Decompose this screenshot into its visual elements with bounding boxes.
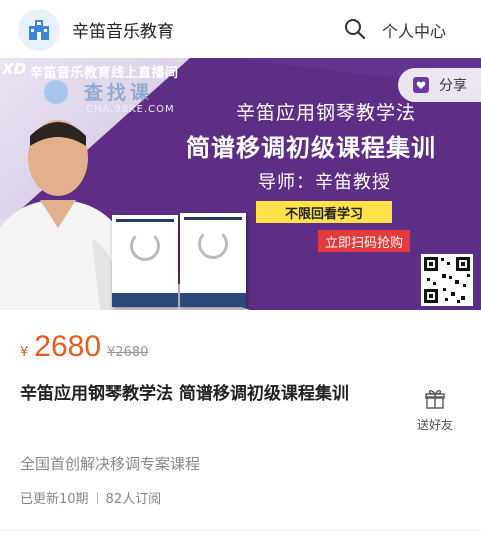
- subscriber-count: 82人订阅: [105, 492, 162, 507]
- gift-button[interactable]: 送好友: [412, 388, 458, 433]
- original-price: ¥2680: [107, 345, 149, 360]
- user-center-link[interactable]: 个人中心: [382, 18, 446, 42]
- course-banner-title: 简谱移调初级课程集训: [186, 134, 436, 162]
- teacher-photo: [0, 120, 120, 310]
- book-cover: [112, 215, 178, 307]
- replay-tag: 不限回看学习: [256, 201, 392, 223]
- qr-code-icon: [421, 254, 473, 306]
- watermark-badge: [44, 80, 68, 104]
- watermark-url: CHA.98KE.COM: [86, 104, 175, 115]
- book-cover: [180, 213, 246, 307]
- brand-mark: XD: [2, 60, 27, 78]
- school-house-icon: [29, 20, 49, 40]
- price-value: 2680: [34, 330, 102, 363]
- course-subtitle: 辛笛应用钢琴教学法: [236, 102, 417, 124]
- update-count: 已更新10期: [20, 492, 89, 507]
- divider: [0, 530, 481, 531]
- meta-divider: [96, 491, 98, 504]
- gift-label: 送好友: [416, 418, 453, 432]
- site-name[interactable]: 辛笛音乐教育: [72, 17, 174, 42]
- price-currency: ¥: [20, 345, 29, 360]
- search-icon[interactable]: [343, 17, 367, 41]
- share-button[interactable]: 分享: [398, 68, 481, 102]
- share-label: 分享: [439, 78, 467, 94]
- site-logo[interactable]: [18, 9, 60, 51]
- course-banner: XD 辛笛音乐教育线上直播间 查找课 CHA.98KE.COM 分享 辛笛应用钢…: [0, 58, 481, 310]
- course-description: 全国首创解决移调专案课程: [20, 455, 201, 473]
- gift-icon: [425, 390, 445, 409]
- teacher-label: 导师：辛笛教授: [258, 172, 391, 193]
- app-header: 辛笛音乐教育 个人中心: [0, 0, 481, 58]
- price-row: ¥ 2680 ¥2680: [20, 330, 148, 364]
- share-heart-icon: [413, 77, 429, 93]
- watermark-text: 查找课: [84, 82, 154, 104]
- scan-tag: 立即扫码抢购: [318, 230, 410, 252]
- course-title: 辛笛应用钢琴教学法 简谱移调初级课程集训: [20, 384, 349, 404]
- course-meta: 已更新10期 82人订阅: [20, 488, 161, 507]
